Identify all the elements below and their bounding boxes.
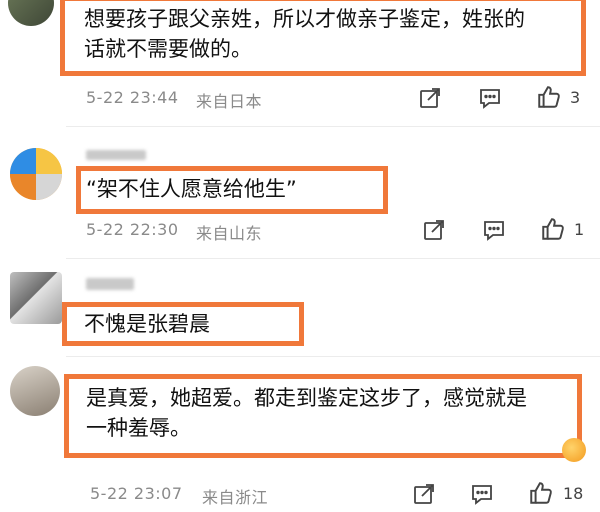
comment-3: 不愧是张碧晨 [0,262,600,352]
share-icon [420,88,440,108]
avatar-tile [10,174,36,200]
username-blurred [86,150,146,160]
reply-button[interactable] [478,86,502,110]
share-icon [414,484,434,504]
like-button[interactable] [528,480,554,506]
username-blurred [86,278,134,290]
divider [66,126,600,127]
avatar-tile [36,174,62,200]
like-count: 18 [563,484,584,503]
avatar-tile [36,148,62,174]
emoji-sticker [562,438,586,462]
avatar[interactable] [10,148,62,200]
comment-text: 不愧是张碧晨 [84,312,210,336]
like-button[interactable] [536,84,562,110]
share-button[interactable] [418,86,442,110]
like-icon [542,218,564,240]
reply-button[interactable] [470,482,494,506]
divider [66,356,600,357]
share-button[interactable] [422,218,446,242]
comment-time: 5-22 23:07 [90,484,183,503]
divider [66,258,600,259]
comment-source: 来自山东 [196,224,263,243]
like-icon [538,86,560,108]
share-icon [424,220,444,240]
comment-source: 来自浙江 [202,488,269,507]
comment-text: “架不住人愿意给他生” [86,177,297,201]
comment-text: 想要孩子跟父亲姓，所以才做亲子鉴定，姓张的 话就不需要做的。 [84,7,525,61]
like-icon [530,482,552,504]
avatar-tile [10,148,36,174]
comment-icon [472,485,492,505]
avatar[interactable] [10,366,60,416]
comment-2: “架不住人愿意给他生” 5-22 22:30 来自山东 1 [0,130,600,260]
comment-1: 想要孩子跟父亲姓，所以才做亲子鉴定，姓张的 话就不需要做的。 5-22 23:4… [0,0,600,120]
reply-button[interactable] [482,218,506,242]
avatar[interactable] [10,272,62,324]
share-button[interactable] [412,482,436,506]
comment-4: 是真爱，她超爱。都走到鉴定这步了，感觉就是 一种羞辱。 5-22 23:07 来… [0,360,600,512]
comment-source: 来自日本 [196,92,263,111]
comment-text: 是真爱，她超爱。都走到鉴定这步了，感觉就是 一种羞辱。 [86,386,527,440]
like-count: 3 [570,88,581,107]
comment-icon [480,89,500,109]
comment-time: 5-22 23:44 [86,88,179,107]
like-count: 1 [574,220,585,239]
avatar[interactable] [8,0,54,26]
comment-icon [484,221,504,241]
like-button[interactable] [540,216,566,242]
comment-time: 5-22 22:30 [86,220,179,239]
